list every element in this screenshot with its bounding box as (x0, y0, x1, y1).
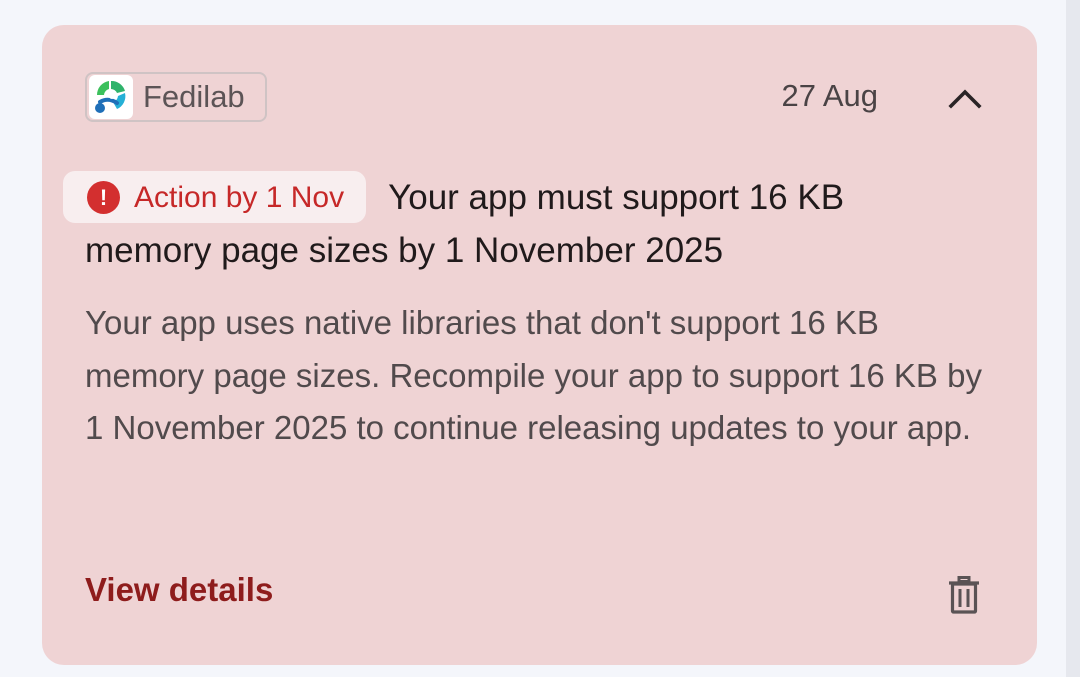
app-name: Fedilab (143, 79, 245, 114)
collapse-button[interactable] (940, 75, 990, 121)
chevron-up-icon (948, 89, 982, 109)
alert-circle-icon: ! (87, 180, 120, 214)
notification-headline: ! Action by 1 Nov Your app must support … (63, 171, 965, 277)
notification-body: Your app uses native libraries that don'… (85, 304, 982, 446)
action-badge-label: Action by 1 Nov (134, 180, 345, 214)
notification-card: Fedilab 27 Aug ! Action by 1 Nov Your ap… (42, 25, 1037, 665)
scrollbar-track (1066, 0, 1080, 677)
fedilab-logo-icon (89, 75, 133, 119)
trash-icon (949, 576, 979, 614)
app-chip[interactable]: Fedilab (85, 72, 267, 122)
action-badge: ! Action by 1 Nov (63, 171, 367, 223)
view-details-link[interactable]: View details (85, 571, 273, 609)
notification-date: 27 Aug (781, 78, 878, 113)
delete-button[interactable] (939, 570, 989, 620)
